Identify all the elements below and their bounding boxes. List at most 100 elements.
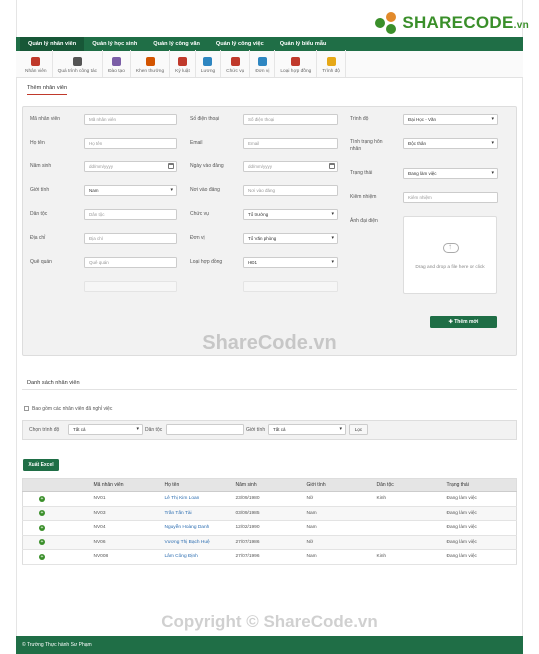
table-row[interactable]: + NV04 Nguyễn Hoàng Danh 12/02/1990 Nam Đang … (22, 520, 517, 536)
nav-item-tasks[interactable]: Quản lý công việc (208, 37, 272, 51)
ethnic-input[interactable]: Dân tộc (84, 209, 177, 220)
cell-status: Đang làm việc (443, 520, 517, 536)
cell-dob: 03/09/1985 (232, 506, 304, 521)
gender-select[interactable]: Nam (84, 185, 177, 196)
cell-expand: + (22, 491, 91, 507)
position-select[interactable]: Tổ trưởng (243, 209, 338, 220)
toolbar-item-5[interactable]: Lương (196, 50, 222, 77)
filter-button[interactable]: Lọc (349, 424, 368, 435)
label-birth-date: Năm sinh (30, 163, 52, 169)
include-retired-checkbox[interactable] (24, 406, 29, 411)
column-header-name[interactable]: Họ tên (161, 478, 233, 492)
level-select[interactable]: Đại Học - Văn (403, 114, 498, 125)
cell-gender: Nữ (303, 491, 374, 507)
address-input[interactable]: Địa chỉ (84, 233, 177, 244)
cell-name[interactable]: Nguyễn Hoàng Danh (161, 520, 233, 536)
filter-level-select[interactable]: Tất cả (68, 424, 143, 435)
nav-item-students[interactable]: Quản lý học sinh (84, 37, 145, 51)
nav-item-staff[interactable]: Quản lý nhân viên (20, 37, 85, 51)
toolbar-item-label: Kỷ luật (175, 69, 190, 74)
toolbar-item-3[interactable]: Khen thưởng (131, 50, 171, 77)
column-header-gender[interactable]: Giới tính (303, 478, 374, 492)
faded-input (243, 281, 338, 292)
concurrent-input[interactable]: Kiêm nhiệm (403, 192, 498, 203)
full-name-input[interactable]: Họ tên (84, 138, 177, 149)
calendar-icon[interactable] (168, 163, 174, 169)
toolbar-item-label: Khen thưởng (135, 69, 165, 74)
label-full-name: Họ tên (30, 140, 45, 146)
cell-name[interactable]: Trần Tấn Tài (161, 506, 233, 521)
tab-add-staff[interactable]: Thêm nhân viên (27, 85, 68, 95)
column-header-code[interactable]: Mã nhân viên (90, 478, 162, 492)
sharecode-logo: SHARECODE.vn (373, 10, 529, 36)
label-phone: Số điện thoại (190, 116, 220, 122)
sharecode-logo-icon (373, 10, 400, 36)
toolbar-item-1[interactable]: Quá trình công tác (53, 50, 104, 77)
avatar-dropzone[interactable]: Drag and drop a file here or click (403, 216, 497, 294)
faded-input (84, 281, 177, 292)
toolbar-item-label: Lương (200, 69, 216, 74)
toolbar-item-7[interactable]: Đơn vị (250, 50, 276, 77)
status-select[interactable]: Đang làm việc (403, 168, 498, 179)
filter-gender-select[interactable]: Tất cả (268, 424, 346, 435)
table-row[interactable]: + NV01 Lê Thị Kim Loan 23/09/1980 Nữ Kinh Đang… (22, 491, 517, 507)
toolbar-item-6[interactable]: Chức vụ (221, 50, 251, 77)
cell-status: Đang làm việc (443, 549, 517, 565)
toolbar-item-4[interactable]: Kỷ luật (170, 50, 196, 77)
expand-row-icon[interactable]: + (39, 539, 45, 546)
toolbar-item-8[interactable]: Loại hợp đồng (275, 50, 318, 77)
logo-text: SHARECODE (402, 13, 514, 32)
filter-ethnic-input[interactable] (166, 424, 244, 435)
party-place-input[interactable]: Nơi vào đảng (243, 185, 338, 196)
toolbar-item-0[interactable]: Nhân viên (20, 50, 53, 77)
page-footer: © Trường Thực hành Sư Phạm (16, 636, 523, 654)
nav-item-documents[interactable]: Quản lý công văn (145, 37, 208, 51)
cell-name[interactable]: Lê Thị Kim Loan (161, 491, 233, 507)
toolbar-item-2[interactable]: Đào tạo (103, 50, 131, 77)
staff-code-input[interactable]: Mã nhân viên (84, 114, 177, 125)
watermark: ShareCode.vn (202, 332, 337, 354)
cell-code: NV04 (90, 520, 162, 536)
label-filter-gender: Giới tính (246, 427, 266, 433)
upload-cloud-icon (443, 242, 459, 253)
nav-item-forms[interactable]: Quản lý biểu mẫu (272, 37, 335, 51)
party-date-value: dd/mm/yyyy (248, 164, 273, 169)
cell-name[interactable]: Vương Thị Bạch Huệ (161, 535, 233, 550)
unit-select[interactable]: Tổ Văn phòng (243, 233, 338, 244)
birth-date-input[interactable]: dd/mm/yyyy (84, 161, 177, 172)
marital-status-select[interactable]: Độc thân (403, 138, 498, 149)
cell-ethnic (373, 506, 444, 521)
hometown-input[interactable]: Quê quán (84, 257, 177, 268)
calendar-icon[interactable] (329, 163, 335, 169)
cell-ethnic (373, 535, 444, 550)
table-row[interactable]: + NV008 Lâm Công Định 27/07/1996 Nam Kinh Đang… (22, 549, 517, 565)
column-header-dob[interactable]: Năm sinh (232, 478, 304, 492)
contract-type-select[interactable]: HĐ1 (243, 257, 338, 268)
cell-name[interactable]: Lâm Công Định (161, 549, 233, 565)
expand-row-icon[interactable]: + (39, 524, 45, 531)
expand-row-icon[interactable]: + (39, 510, 45, 517)
table-row[interactable]: + NV03 Trần Tấn Tài 03/09/1985 Nam Đang làm v… (22, 506, 517, 521)
column-header-ethnic[interactable]: Dân tộc (373, 478, 444, 492)
label-contract-type: Loại hợp đồng (190, 259, 223, 265)
expand-row-icon[interactable]: + (39, 553, 45, 560)
label-avatar: Ảnh đại diện (350, 218, 378, 224)
phone-input[interactable]: Số điện thoại (243, 114, 338, 125)
add-new-button[interactable]: ✚ Thêm mới (430, 316, 497, 328)
label-status: Trạng thái (350, 170, 373, 176)
toolbar-item-label: Nhân viên (25, 69, 47, 74)
toolbar-item-label: Đơn vị (255, 69, 270, 74)
toolbar-item-9[interactable]: Trình độ (317, 50, 346, 77)
staff-table: Mã nhân viên Họ tên Năm sinh Giới tính D… (22, 478, 517, 565)
party-date-input[interactable]: dd/mm/yyyy (243, 161, 338, 172)
expand-row-icon[interactable]: + (39, 495, 45, 502)
cell-code: NV06 (90, 535, 162, 550)
column-header-status[interactable]: Trạng thái (443, 478, 517, 492)
label-level: Trình độ (350, 116, 369, 122)
email-input[interactable]: Email (243, 138, 338, 149)
section-divider (22, 389, 517, 390)
export-excel-button[interactable]: Xuất Excel (23, 459, 59, 471)
cell-status: Đang làm việc (443, 506, 517, 521)
gift-icon (145, 57, 155, 66)
table-row[interactable]: + NV06 Vương Thị Bạch Huệ 27/07/1986 Nữ Đang … (22, 535, 517, 550)
